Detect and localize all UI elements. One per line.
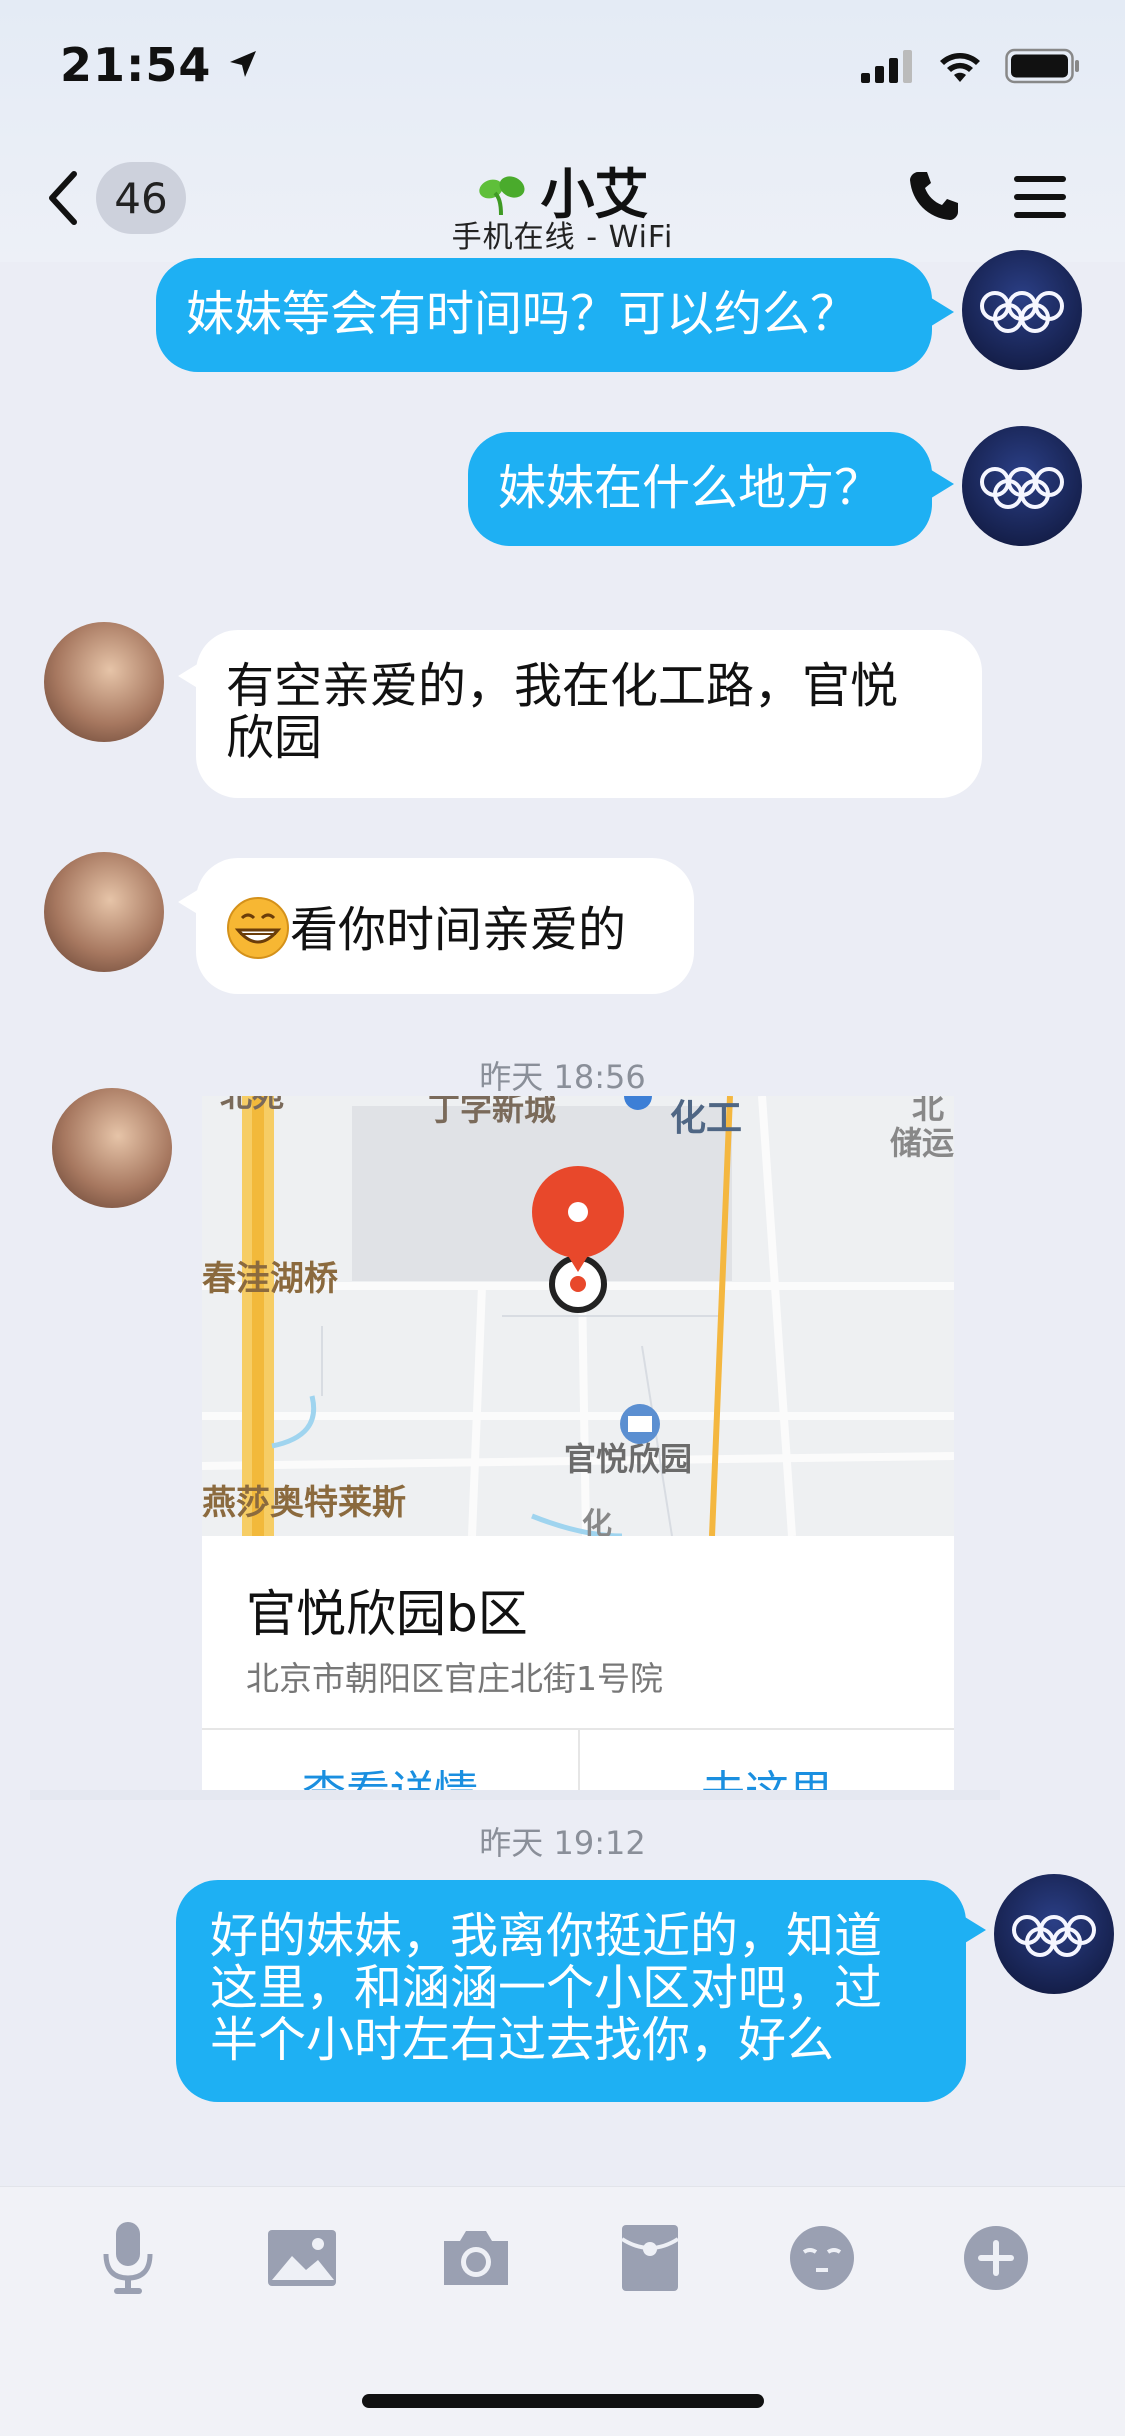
image-button[interactable] [262, 2218, 342, 2298]
avatar-self[interactable] [962, 250, 1082, 370]
emoji-button[interactable] [782, 2218, 862, 2298]
message-bubble-incoming[interactable]: 有空亲爱的，我在化工路，官悦 欣园 [196, 630, 982, 798]
online-sprout-icon [478, 176, 525, 216]
voice-button[interactable] [88, 2218, 168, 2298]
battery-icon [1005, 48, 1079, 84]
hamburger-menu-icon [1014, 176, 1066, 218]
microphone-icon [103, 2222, 153, 2294]
grinning-emoji-icon [227, 897, 289, 959]
avatar-contact[interactable] [44, 622, 164, 742]
map-label: 北 [912, 1096, 944, 1126]
map-preview[interactable]: 北苑 丁字新城 化工 北 储运 春洼湖桥 燕莎奥特莱斯 官悦欣园 化 [202, 1096, 954, 1536]
timestamp: 昨天 19:12 [479, 1824, 646, 1862]
message-text-line: 这里，和涵涵一个小区对吧，过 [210, 1960, 883, 2016]
avatar-self[interactable] [962, 426, 1082, 546]
map-label: 丁字新城 [428, 1096, 556, 1128]
message-bubble-outgoing[interactable]: 好的妹妹，我离你挺近的，知道 这里，和涵涵一个小区对吧，过 半个小时左右过去找你… [176, 1880, 966, 2102]
navigate-here-button[interactable]: 去这里 [580, 1756, 954, 1790]
phone-icon [910, 172, 958, 220]
wifi-icon [940, 53, 980, 82]
message-text: 看你时间亲爱的 [290, 902, 627, 958]
bubble-tail [960, 1914, 986, 1946]
message-text: 妹妹在什么地方？ [498, 460, 883, 516]
message-text: 妹妹等会有时间吗？可以约么？ [186, 286, 859, 342]
map-label: 储运 [890, 1124, 954, 1162]
olympic-rings-icon [1012, 1915, 1096, 1957]
poi-marker-glyph [628, 1416, 652, 1432]
message-text-line: 有空亲爱的，我在化工路，官悦 [226, 658, 899, 714]
image-icon [268, 2230, 336, 2286]
avatar-contact[interactable] [52, 1088, 172, 1208]
map-label: 化工 [670, 1098, 742, 1139]
view-details-button[interactable]: 查看详情 [202, 1756, 578, 1790]
red-packet-icon [620, 2225, 680, 2291]
message-text-line: 欣园 [226, 710, 323, 766]
timestamp: 昨天 18:56 [479, 1058, 646, 1096]
avatar-contact[interactable] [44, 852, 164, 972]
message-text-line: 好的妹妹，我离你挺近的，知道 [210, 1908, 883, 1964]
bubble-tail [928, 468, 954, 500]
camera-button[interactable] [436, 2218, 516, 2298]
red-packet-button[interactable] [610, 2218, 690, 2298]
message-bubble-outgoing[interactable]: 妹妹等会有时间吗？可以约么？ [156, 258, 932, 372]
map-label: 官悦欣园 [564, 1440, 692, 1478]
message-bubble-outgoing[interactable]: 妹妹在什么地方？ [468, 432, 932, 546]
map-graphic: 北苑 丁字新城 化工 北 储运 春洼湖桥 燕莎奥特莱斯 官悦欣园 化 [202, 1096, 954, 1536]
location-arrow-icon [230, 51, 257, 77]
map-label: 北苑 [220, 1096, 284, 1114]
status-icons [861, 48, 1081, 84]
olympic-rings-icon [980, 467, 1064, 509]
signal-icon [861, 50, 912, 83]
message-text-line: 半个小时左右过去找你，好么 [210, 2012, 835, 2068]
map-label: 化 [582, 1507, 612, 1536]
map-label: 春洼湖桥 [202, 1259, 338, 1299]
location-name: 官悦欣园b区 [246, 1585, 528, 1643]
location-card[interactable]: 北苑 丁字新城 化工 北 储运 春洼湖桥 燕莎奥特莱斯 官悦欣园 化 官悦欣园b… [202, 1096, 954, 1790]
camera-icon [444, 2231, 508, 2285]
scroll-edge [30, 1790, 1000, 1800]
message-bubble-incoming[interactable]: 看你时间亲爱的 [196, 858, 694, 994]
call-button[interactable] [906, 168, 962, 228]
status-time-text: 21:54 [60, 38, 212, 92]
bubble-tail [928, 296, 954, 328]
menu-button[interactable] [1012, 172, 1068, 226]
olympic-rings-icon [980, 291, 1064, 333]
location-address: 北京市朝阳区官庄北街1号院 [246, 1659, 663, 1698]
more-button[interactable] [956, 2218, 1036, 2298]
status-time: 21:54 [60, 38, 258, 92]
map-label: 燕莎奥特莱斯 [202, 1483, 406, 1523]
emoji-icon [790, 2226, 854, 2290]
home-indicator[interactable] [362, 2394, 764, 2408]
plus-icon [964, 2226, 1028, 2290]
avatar-self[interactable] [994, 1874, 1114, 1994]
